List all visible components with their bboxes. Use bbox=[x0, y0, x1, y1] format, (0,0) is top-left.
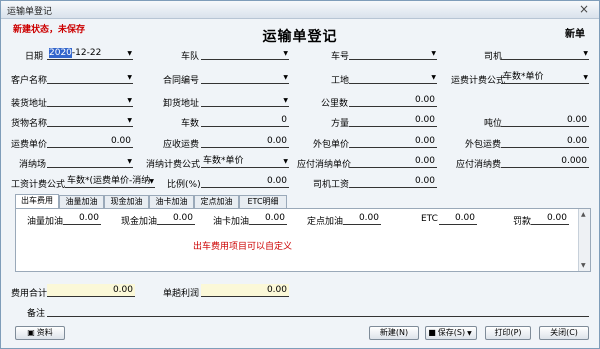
tab-cash-fuel[interactable]: 现金加油 bbox=[104, 195, 149, 209]
consume-price-field[interactable]: 0.00 bbox=[349, 155, 437, 168]
outsource-fee-label: 外包运费 bbox=[465, 140, 502, 150]
panel-scrollbar[interactable]: ▲ ▼ bbox=[578, 209, 590, 271]
fine-label: 罚款 bbox=[513, 217, 532, 227]
outsource-price-label: 外包单价 bbox=[313, 140, 350, 150]
km-label: 公里数 bbox=[321, 99, 349, 109]
goods-label: 货物名称 bbox=[11, 119, 48, 129]
site-label: 工地 bbox=[331, 76, 350, 86]
chevron-down-icon[interactable]: ▼ bbox=[467, 328, 472, 340]
fuel-volume-field[interactable]: 0.00 bbox=[63, 212, 101, 225]
driver-label: 司机 bbox=[484, 52, 503, 62]
volume-field[interactable]: 0.00 bbox=[349, 114, 437, 127]
remark-label: 备注 bbox=[27, 309, 46, 319]
date-year: 2020 bbox=[49, 48, 72, 58]
km-field[interactable]: 0.00 bbox=[349, 94, 437, 107]
freight-formula-label: 运费计费公式 bbox=[451, 76, 506, 86]
tab-etc-detail[interactable]: ETC明细 bbox=[239, 195, 287, 209]
cash-fuel-label: 现金加油 bbox=[121, 217, 158, 227]
scroll-up-icon[interactable]: ▲ bbox=[581, 211, 586, 218]
driver-wage-label: 司机工资 bbox=[313, 180, 350, 190]
date-label: 日期 bbox=[25, 52, 44, 62]
close-button[interactable]: 关闭(C) bbox=[539, 326, 589, 340]
folder-icon: ▣ bbox=[27, 328, 35, 337]
customer-label: 客户名称 bbox=[11, 76, 48, 86]
driver-wage-field[interactable]: 0.00 bbox=[349, 175, 437, 188]
tab-card-fuel[interactable]: 油卡加油 bbox=[149, 195, 194, 209]
mode-label: 新单 bbox=[565, 29, 585, 40]
card-fuel-label: 油卡加油 bbox=[213, 217, 250, 227]
tab-trip-expense[interactable]: 出车费用 bbox=[15, 194, 59, 209]
tab-fuel-volume[interactable]: 油量加油 bbox=[59, 195, 104, 209]
consume-formula-select[interactable]: 车数*单价 bbox=[201, 155, 289, 168]
consume-price-label: 应付消纳单价 bbox=[297, 160, 352, 170]
load-address-label: 装货地址 bbox=[11, 99, 48, 109]
expense-panel: ▲ ▼ bbox=[15, 208, 591, 272]
load-address-field[interactable] bbox=[47, 94, 133, 107]
consumer-site-label: 消纳场 bbox=[19, 160, 47, 170]
profit-label: 单趟利润 bbox=[163, 289, 200, 299]
save-button-label: 保存(S) bbox=[437, 328, 466, 337]
unload-address-label: 卸货地址 bbox=[163, 99, 200, 109]
date-field[interactable]: 2020-12-22 bbox=[47, 47, 133, 60]
card-fuel-field[interactable]: 0.00 bbox=[249, 212, 287, 225]
site-field[interactable] bbox=[349, 71, 437, 84]
remark-field[interactable] bbox=[47, 304, 589, 317]
outsource-price-field[interactable]: 0.00 bbox=[349, 135, 437, 148]
title-bar: 运输单登记 × bbox=[1, 1, 599, 19]
plate-label: 车号 bbox=[331, 52, 350, 62]
ratio-label: 比例(%) bbox=[167, 180, 201, 190]
fleet-field[interactable] bbox=[201, 47, 289, 60]
attachment-button-label: 资料 bbox=[36, 328, 53, 337]
unload-address-field[interactable] bbox=[201, 94, 289, 107]
freight-formula-select[interactable]: 车数*单价 bbox=[501, 71, 589, 84]
total-fee-label: 费用合计 bbox=[11, 289, 48, 299]
new-button[interactable]: 新建(N) bbox=[369, 326, 419, 340]
fuel-volume-label: 油量加油 bbox=[27, 217, 64, 227]
total-fee-field: 0.00 bbox=[47, 284, 135, 297]
window-title: 运输单登记 bbox=[7, 7, 53, 17]
consume-fee-field[interactable]: 0.000 bbox=[501, 155, 589, 168]
fleet-label: 车队 bbox=[181, 52, 200, 62]
receivable-label: 应收运费 bbox=[163, 140, 200, 150]
etc-label: ETC bbox=[421, 214, 438, 224]
consume-formula-label: 消纳计费公式 bbox=[146, 160, 201, 170]
date-rest: -12-22 bbox=[71, 48, 102, 58]
fine-field[interactable]: 0.00 bbox=[531, 212, 569, 225]
freight-price-field[interactable]: 0.00 bbox=[47, 135, 133, 148]
contract-label: 合同编号 bbox=[163, 76, 200, 86]
tonnage-field[interactable]: 0.00 bbox=[501, 114, 589, 127]
ratio-field[interactable]: 0.00 bbox=[201, 175, 289, 188]
wage-formula-label: 工资计费公式 bbox=[11, 180, 66, 190]
scroll-down-icon[interactable]: ▼ bbox=[581, 262, 586, 269]
cars-field[interactable]: 0 bbox=[201, 114, 289, 127]
close-icon[interactable]: × bbox=[575, 2, 593, 17]
cash-fuel-field[interactable]: 0.00 bbox=[157, 212, 195, 225]
save-icon: ■ bbox=[428, 328, 436, 337]
fixed-fuel-label: 定点加油 bbox=[307, 217, 344, 227]
dialog-window: 运输单登记 × 新建状态，未保存 运输单登记 新单 日期 2020-12-22 … bbox=[0, 0, 600, 349]
goods-field[interactable] bbox=[47, 114, 133, 127]
etc-field[interactable]: 0.00 bbox=[439, 212, 477, 225]
consume-fee-label: 应付消纳费 bbox=[456, 160, 502, 170]
tab-fixed-fuel[interactable]: 定点加油 bbox=[194, 195, 239, 209]
volume-label: 方量 bbox=[331, 119, 350, 129]
wage-formula-select[interactable]: 车数*(运费单价-消纳 bbox=[65, 175, 155, 188]
customize-note: 出车费用项目可以自定义 bbox=[193, 242, 293, 252]
attachment-button[interactable]: ▣ 资料 bbox=[15, 326, 65, 340]
plate-field[interactable] bbox=[349, 47, 437, 60]
driver-field[interactable] bbox=[501, 47, 589, 60]
consumer-site-field[interactable] bbox=[47, 155, 133, 168]
print-button[interactable]: 打印(P) bbox=[485, 326, 531, 340]
cars-label: 车数 bbox=[181, 119, 200, 129]
outsource-fee-field[interactable]: 0.00 bbox=[501, 135, 589, 148]
customer-field[interactable] bbox=[47, 71, 133, 84]
receivable-field[interactable]: 0.00 bbox=[201, 135, 289, 148]
fixed-fuel-field[interactable]: 0.00 bbox=[343, 212, 381, 225]
form-title: 运输单登记 bbox=[262, 29, 338, 45]
contract-field[interactable] bbox=[201, 71, 289, 84]
save-button[interactable]: ■ 保存(S) ▼ bbox=[425, 326, 477, 340]
tonnage-label: 吨位 bbox=[484, 119, 503, 129]
profit-field: 0.00 bbox=[201, 284, 289, 297]
freight-price-label: 运费单价 bbox=[11, 140, 48, 150]
